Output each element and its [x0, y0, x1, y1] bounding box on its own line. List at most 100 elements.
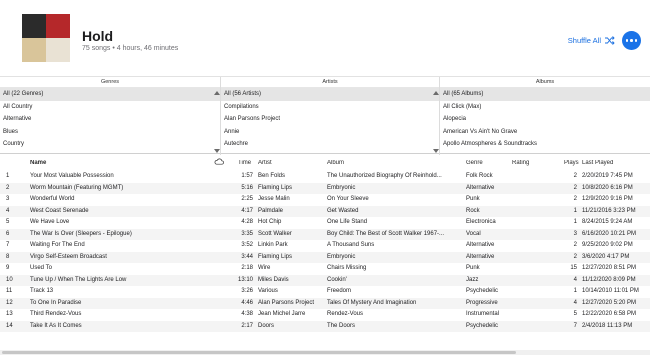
track-table-header: Name Time Artist Album Genre Rating Play…	[0, 157, 650, 171]
track-number: 10	[6, 276, 13, 283]
track-name: West Coast Serenade	[30, 207, 89, 214]
genres-scrollbar[interactable]	[214, 88, 220, 155]
track-row[interactable]: 1 Your Most Valuable Possession 1:57 Ben Fo…	[0, 171, 650, 183]
artist-item[interactable]: Autechre	[221, 138, 439, 151]
track-genre: Jazz	[466, 276, 479, 283]
album-item[interactable]: Alopecia	[440, 113, 650, 126]
track-genre: Psychedelic	[466, 288, 499, 294]
track-number: 2	[6, 184, 10, 191]
track-album: Tales Of Mystery And Imagination	[327, 299, 417, 306]
track-row[interactable]: 7 Waiting For The End 3:52 Linkin Park A Tho…	[0, 240, 650, 252]
track-last-played: 12/22/2020 6:58 PM	[582, 311, 637, 317]
more-options-button[interactable]	[622, 31, 641, 50]
track-name: Wonderful World	[30, 196, 75, 202]
track-album: The Doors	[327, 322, 356, 329]
track-number: 9	[6, 265, 10, 271]
track-name: Track 13	[30, 288, 54, 294]
album-item[interactable]: Apollo Atmospheres & Soundtracks	[440, 138, 650, 151]
track-name: Third Rendez-Vous	[30, 311, 82, 317]
track-row[interactable]: 10 Tune Up / When The Lights Are Low 13:10…	[0, 274, 650, 286]
column-header-artist[interactable]: Artist	[258, 160, 324, 166]
track-row[interactable]: 13 Third Rendez-Vous 4:38 Jean Michel Jarre…	[0, 309, 650, 321]
artists-scrollbar[interactable]	[433, 88, 439, 155]
track-genre: Progressive	[466, 299, 498, 306]
track-row[interactable]: 4 West Coast Serenade 4:17 Palmdale Get Wast…	[0, 205, 650, 217]
shuffle-all-button[interactable]: Shuffle All	[568, 36, 615, 45]
track-row[interactable]: 3 Wonderful World 2:25 Jesse Malin On Your S…	[0, 194, 650, 206]
track-time: 2:17	[241, 322, 253, 329]
albums-column: Albums All (65 Albums) All Click (Max) A…	[440, 77, 650, 155]
track-name: To One In Paradise	[30, 299, 82, 306]
track-row[interactable]: 6 The War Is Over (Sleepers - Epilogue) 3:…	[0, 228, 650, 240]
track-row[interactable]: 5 We Have Love 4:28 Hot Chip One Life Stand E…	[0, 217, 650, 229]
track-row[interactable]: 9 Used To 2:18 Wire Chairs Missing Punk 15 12/2…	[0, 263, 650, 275]
scroll-down-icon[interactable]	[433, 149, 439, 153]
track-name: Waiting For The End	[30, 242, 85, 248]
scrollbar-thumb[interactable]	[2, 351, 516, 354]
track-last-played: 9/25/2020 9:02 PM	[582, 242, 633, 248]
genre-item[interactable]: All Country	[0, 101, 220, 114]
scroll-up-icon[interactable]	[433, 91, 439, 95]
artist-item[interactable]: Annie	[221, 126, 439, 139]
genre-item[interactable]: Blues	[0, 126, 220, 139]
album-item[interactable]: All (65 Albums)	[440, 88, 650, 101]
album-item[interactable]: All Click (Max)	[440, 101, 650, 114]
track-album: A Thousand Suns	[327, 242, 375, 248]
track-album: Rendez-Vous	[327, 311, 364, 317]
track-artist: Doors	[258, 322, 275, 329]
genre-item[interactable]: Alternative	[0, 113, 220, 126]
scroll-up-icon[interactable]	[214, 91, 220, 95]
track-album: Get Wasted	[327, 207, 359, 214]
artist-item[interactable]: Alan Parsons Project	[221, 113, 439, 126]
track-time: 4:28	[241, 219, 253, 225]
track-row[interactable]: 2 Worm Mountain (Featuring MGMT) 5:16 Flami…	[0, 182, 650, 194]
track-number: 14	[6, 322, 13, 329]
track-row[interactable]: 11 Track 13 3:26 Various Freedom Psychedelic 1…	[0, 286, 650, 298]
track-album: Embryonic	[327, 253, 356, 260]
track-artist: Various	[258, 288, 278, 294]
shuffle-icon	[605, 36, 615, 45]
track-time: 2:18	[241, 265, 253, 271]
track-plays: 15	[570, 265, 577, 271]
genre-item[interactable]: Country	[0, 138, 220, 151]
track-artist: Alan Parsons Project	[258, 299, 315, 306]
track-artist: Flaming Lips	[258, 184, 293, 191]
track-genre: Alternative	[466, 184, 495, 191]
track-row[interactable]: 8 Virgo Self-Esteem Broadcast 3:44 Flaming …	[0, 251, 650, 263]
track-genre: Electronica	[466, 219, 496, 225]
scroll-down-icon[interactable]	[214, 149, 220, 153]
more-dots-icon	[625, 39, 629, 42]
track-last-played: 8/24/2015 9:24 AM	[582, 219, 633, 225]
column-header-name[interactable]: Name	[30, 160, 210, 166]
track-last-played: 12/27/2020 5:20 PM	[582, 299, 637, 306]
artist-item[interactable]: All (56 Artists)	[221, 88, 439, 101]
artist-item[interactable]: Compilations	[221, 101, 439, 114]
genre-item[interactable]: All (22 Genres)	[0, 88, 220, 101]
track-name: Take It As It Comes	[30, 322, 82, 329]
track-name: We Have Love	[30, 219, 70, 225]
column-header-plays[interactable]: Plays	[564, 160, 583, 166]
track-number: 12	[6, 299, 13, 306]
track-list: 1 Your Most Valuable Possession 1:57 Ben Fo…	[0, 171, 650, 332]
column-header-rating[interactable]: Rating	[512, 160, 558, 166]
column-header-last-played[interactable]: Last Played	[582, 160, 648, 166]
artwork-tile	[22, 14, 46, 38]
track-row[interactable]: 12 To One In Paradise 4:46 Alan Parsons Pro…	[0, 297, 650, 309]
track-name: Virgo Self-Esteem Broadcast	[30, 253, 107, 260]
playlist-artwork[interactable]	[22, 14, 70, 62]
column-browser: Genres All (22 Genres) All Country Alter…	[0, 76, 650, 155]
shuffle-all-label: Shuffle All	[567, 36, 601, 45]
track-name: Worm Mountain (Featuring MGMT)	[30, 184, 124, 191]
column-header-genre[interactable]: Genre	[466, 160, 510, 166]
track-row[interactable]: 14 Take It As It Comes 2:17 Doors The Doors P…	[0, 320, 650, 332]
track-artist: Wire	[258, 265, 271, 271]
column-header-album[interactable]: Album	[327, 160, 462, 166]
track-number: 13	[6, 311, 13, 317]
album-item[interactable]: American Vs Ain't No Grave	[440, 126, 650, 139]
horizontal-scrollbar[interactable]	[0, 350, 650, 355]
track-time: 3:44	[241, 253, 253, 260]
track-plays: 1	[573, 207, 577, 214]
track-name: Your Most Valuable Possession	[30, 173, 114, 179]
track-artist: Ben Folds	[258, 173, 286, 179]
track-artist: Linkin Park	[258, 242, 288, 248]
